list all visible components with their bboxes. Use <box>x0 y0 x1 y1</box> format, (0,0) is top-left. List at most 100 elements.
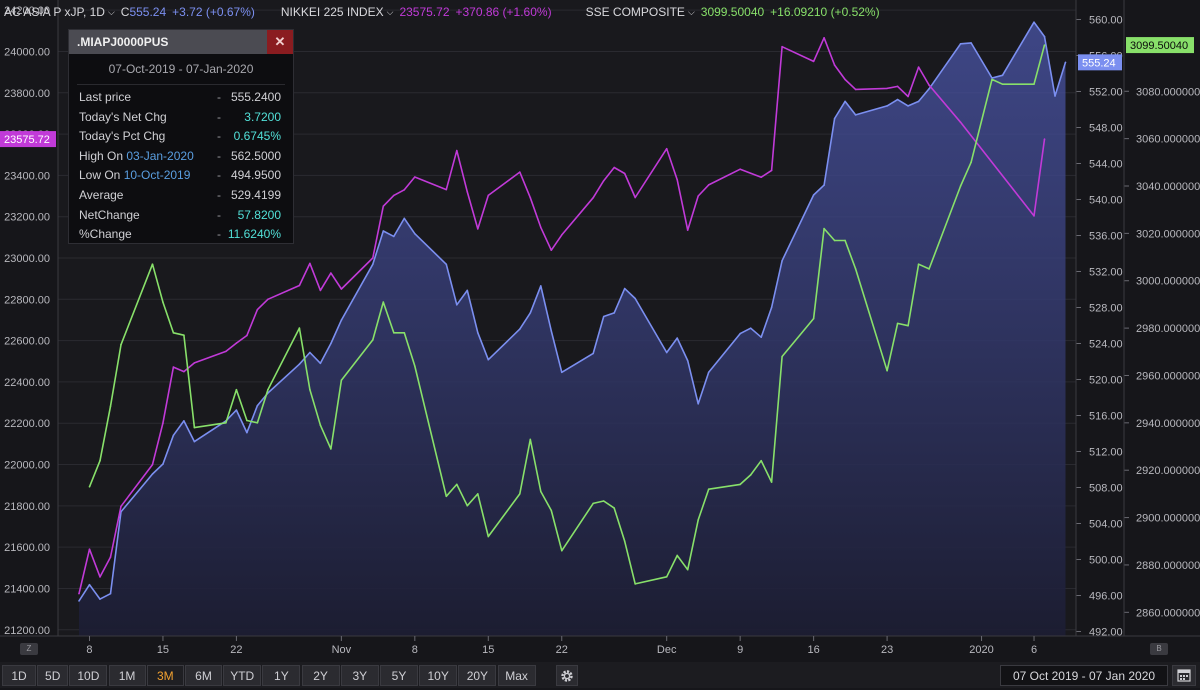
data-point <box>623 287 626 290</box>
gear-icon[interactable] <box>556 665 578 686</box>
data-point <box>886 105 888 107</box>
data-point <box>1043 35 1046 38</box>
data-point <box>760 459 762 462</box>
legend-series-2-last: 23575.72 <box>399 5 450 19</box>
data-point <box>476 493 479 495</box>
info-row: Low On 10-Oct-2019 -494.9500 <box>69 166 293 186</box>
y-right1-tick-label: 508.00 <box>1089 483 1123 495</box>
data-point <box>907 105 909 107</box>
info-row-value: 555.2400 <box>230 90 281 104</box>
info-row-label: NetChange <box>79 207 140 222</box>
data-point <box>1033 215 1035 217</box>
info-row-dash: - <box>217 168 221 183</box>
x-tick-label: 22 <box>230 644 242 656</box>
range-button-2y[interactable]: 2Y <box>301 665 340 686</box>
data-point <box>592 196 595 199</box>
y-left-tick-label: 23800.00 <box>4 88 50 100</box>
legend-series-1[interactable]: AC ASIA P xJP, 1D ⌵ C 555.24 +3.72 (+0.6… <box>4 5 255 19</box>
info-row-dash: - <box>217 90 221 104</box>
data-point <box>1033 21 1035 24</box>
range-button-6m[interactable]: 6M <box>185 665 222 686</box>
range-button-5y[interactable]: 5Y <box>380 665 418 686</box>
data-point <box>623 540 626 543</box>
y-right1-tick-label: 492.00 <box>1089 627 1123 639</box>
data-point <box>823 37 825 39</box>
info-row-date: 10-Oct-2019 <box>123 168 191 183</box>
chevron-down-icon[interactable]: ⌵ <box>108 7 115 18</box>
legend-series-2-name: NIKKEI 225 INDEX <box>280 5 384 19</box>
range-button-3m[interactable]: 3M <box>146 665 184 686</box>
info-row-label: %Change <box>79 227 132 242</box>
chart-legend: AC ASIA P xJP, 1D ⌵ C 555.24 +3.72 (+0.6… <box>4 4 880 20</box>
x-tick-label: 16 <box>808 644 820 656</box>
y-left-tick-label: 24000.00 <box>4 46 50 58</box>
y-left-tick-label: 23200.00 <box>4 212 50 224</box>
data-point <box>393 194 395 197</box>
range-button-5d[interactable]: 5D <box>37 665 69 686</box>
info-panel-header: .MIAPJ0000PUS ✕ <box>69 30 293 54</box>
data-point <box>330 272 332 274</box>
range-button-1y[interactable]: 1Y <box>262 665 301 686</box>
data-point <box>770 306 773 309</box>
data-point <box>854 88 857 91</box>
data-point <box>487 358 490 361</box>
instrument-info-panel[interactable]: .MIAPJ0000PUS ✕ 07-Oct-2019 - 07-Jan-202… <box>68 29 294 244</box>
data-point <box>539 490 542 493</box>
y-left-tick-label: 21800.00 <box>4 501 50 513</box>
zoom-right-button[interactable]: B <box>1150 643 1168 655</box>
y-right2-tick-label: 2960.000000 <box>1136 370 1200 382</box>
y-right2-tick-label: 2860.000000 <box>1136 607 1200 619</box>
data-point <box>907 95 909 98</box>
data-point <box>88 583 91 586</box>
data-point <box>760 336 762 339</box>
data-point <box>162 463 164 465</box>
range-button-max[interactable]: Max <box>497 665 536 686</box>
data-point <box>707 184 710 186</box>
range-button-1d[interactable]: 1D <box>2 665 36 686</box>
range-button-10y[interactable]: 10Y <box>419 665 458 686</box>
chevron-down-icon[interactable]: ⌵ <box>688 7 695 18</box>
zoom-left-button[interactable]: Z <box>20 643 38 655</box>
range-button-10d[interactable]: 10D <box>69 665 108 686</box>
data-point <box>707 488 710 490</box>
data-point <box>560 371 563 374</box>
data-point <box>456 483 458 486</box>
data-point <box>372 339 374 341</box>
range-button-20y[interactable]: 20Y <box>458 665 497 686</box>
data-point <box>686 568 689 571</box>
legend-series-3[interactable]: SSE COMPOSITE ⌵ 3099.50040 +16.09210 (+0… <box>586 5 880 19</box>
y-right1-tick-label: 532.00 <box>1089 267 1123 279</box>
data-point <box>781 355 783 358</box>
data-point <box>319 362 322 365</box>
close-icon[interactable]: ✕ <box>267 30 293 54</box>
data-point <box>907 324 909 327</box>
data-point <box>88 548 91 551</box>
range-button-ytd[interactable]: YTD <box>223 665 262 686</box>
x-tick-label: 8 <box>412 644 418 656</box>
data-point <box>550 330 553 332</box>
data-point <box>256 422 259 424</box>
range-button-1m[interactable]: 1M <box>108 665 146 686</box>
chevron-down-icon[interactable]: ⌵ <box>387 7 394 18</box>
info-row-label: High On <box>79 148 127 163</box>
y-left-tick-label: 22400.00 <box>4 377 50 389</box>
data-point <box>812 194 815 196</box>
data-point <box>372 263 374 266</box>
legend-series-2[interactable]: NIKKEI 225 INDEX ⌵ 23575.72 +370.86 (+1.… <box>281 5 552 19</box>
y-right1-tick-label: 524.00 <box>1089 339 1123 351</box>
calendar-icon[interactable] <box>1172 665 1196 686</box>
date-range-display[interactable]: 07 Oct 2019 - 07 Jan 2020 <box>1000 665 1168 686</box>
data-point <box>959 43 962 45</box>
data-point <box>518 328 521 330</box>
data-point <box>172 434 175 437</box>
data-point <box>676 554 678 557</box>
data-point <box>162 301 164 303</box>
info-row-value: 562.5000 <box>230 148 281 163</box>
range-button-3y[interactable]: 3Y <box>340 665 379 686</box>
y-left-tick-label: 22000.00 <box>4 460 50 472</box>
data-point <box>225 422 227 424</box>
data-point <box>634 583 637 585</box>
last-value-tag-s1: 555.24 <box>1078 54 1122 71</box>
y-left-tick-label: 21600.00 <box>4 542 50 554</box>
data-point <box>770 169 773 172</box>
